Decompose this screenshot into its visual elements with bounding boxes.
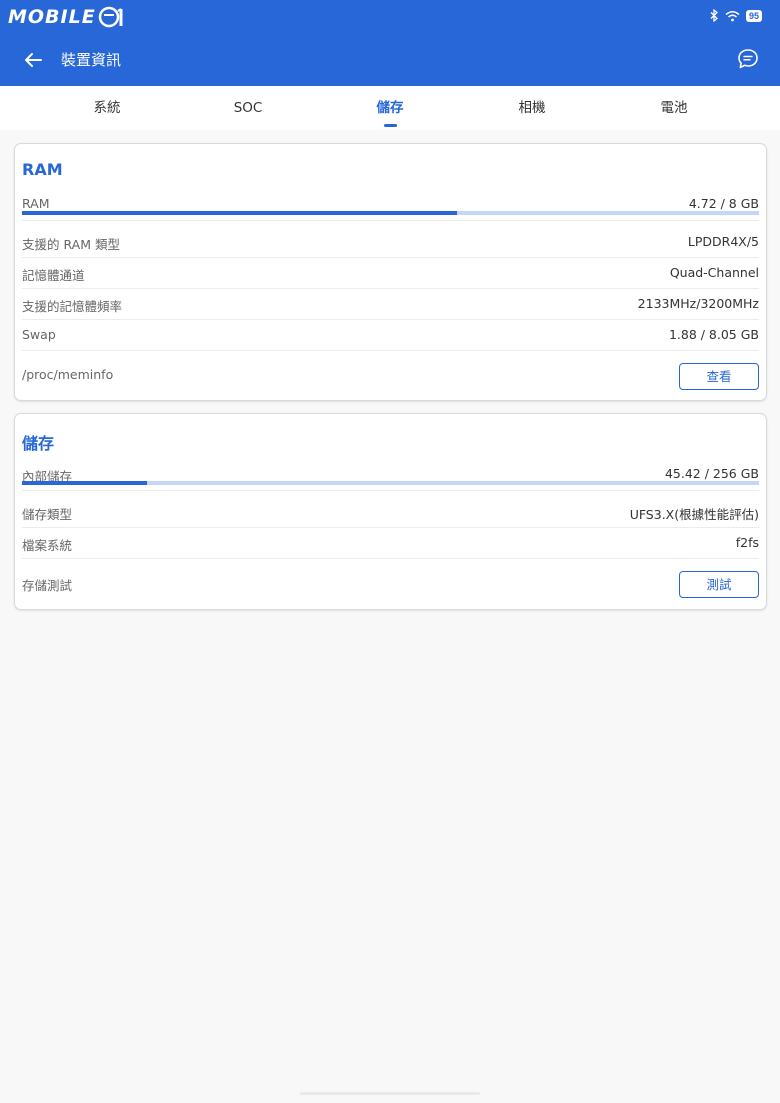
view-meminfo-button[interactable]: 查看: [679, 363, 759, 390]
storage-usage-bar: [22, 481, 759, 485]
ram-channel-row: 記憶體通道 Quad-Channel: [22, 258, 759, 289]
storage-test-label: 存儲測試: [22, 578, 73, 593]
ram-type-label: 支援的 RAM 類型: [22, 237, 120, 252]
wifi-icon: [725, 10, 740, 21]
ram-type-value: LPDDR4X/5: [687, 234, 759, 249]
ram-usage-bar: [22, 211, 759, 215]
swap-value: 1.88 / 8.05 GB: [668, 327, 759, 342]
storage-test-button[interactable]: 測試: [679, 571, 759, 598]
logo-text: MOBILE: [8, 6, 96, 28]
home-indicator: [300, 1092, 480, 1095]
filesystem-label: 檔案系統: [22, 538, 73, 553]
app-bar: 裝置資訊: [0, 34, 780, 86]
ram-type-row: 支援的 RAM 類型 LPDDR4X/5: [22, 227, 759, 258]
swap-row: Swap 1.88 / 8.05 GB: [22, 320, 759, 351]
mobile01-logo: MOBILE: [8, 6, 128, 28]
meminfo-label: /proc/meminfo: [22, 367, 114, 382]
storage-card: 儲存 內部儲存 45.42 / 256 GB 儲存類型 UFS3.X(根據性能評…: [14, 413, 767, 610]
storage-test-row: 存儲測試 測試: [22, 568, 759, 598]
ram-card: RAM RAM 4.72 / 8 GB 支援的 RAM 類型 LPDDR4X/5…: [14, 143, 767, 401]
ram-usage-bar-fill: [22, 211, 457, 215]
ram-channel-label: 記憶體通道: [22, 268, 85, 283]
chat-bubble-icon: [738, 49, 758, 69]
tab-battery[interactable]: 電池: [624, 86, 724, 130]
storage-usage-value: 45.42 / 256 GB: [664, 466, 759, 481]
storage-type-label: 儲存類型: [22, 507, 73, 522]
page-title: 裝置資訊: [61, 51, 122, 69]
ram-frequency-row: 支援的記憶體頻率 2133MHz/3200MHz: [22, 289, 759, 320]
storage-usage-row: 內部儲存 45.42 / 256 GB: [22, 460, 759, 491]
status-icons: 95: [710, 9, 762, 22]
ram-channel-value: Quad-Channel: [669, 265, 759, 280]
storage-type-row: 儲存類型 UFS3.X(根據性能評估): [22, 497, 759, 528]
filesystem-row: 檔案系統 f2fs: [22, 528, 759, 559]
tab-camera[interactable]: 相機: [482, 86, 582, 130]
feedback-button[interactable]: [736, 47, 760, 71]
ram-frequency-value: 2133MHz/3200MHz: [637, 296, 759, 311]
tab-soc[interactable]: SOC: [198, 86, 298, 130]
ram-usage-value: 4.72 / 8 GB: [688, 196, 759, 211]
tab-system[interactable]: 系統: [57, 86, 157, 130]
storage-usage-bar-fill: [22, 481, 148, 485]
tab-bar: 系統 SOC 儲存 相機 電池: [0, 86, 780, 130]
active-tab-indicator: [384, 124, 397, 127]
meminfo-row: /proc/meminfo 查看: [22, 360, 759, 390]
ram-card-title: RAM: [22, 160, 63, 179]
arrow-left-icon: [25, 53, 42, 67]
logo-01-icon: [98, 6, 123, 28]
filesystem-value: f2fs: [735, 535, 759, 550]
ram-usage-label: RAM: [22, 196, 50, 211]
ram-frequency-label: 支援的記憶體頻率: [22, 299, 123, 314]
bluetooth-icon: [710, 9, 718, 22]
storage-type-value: UFS3.X(根據性能評估): [629, 507, 759, 522]
swap-label: Swap: [22, 327, 56, 342]
battery-level: 95: [745, 9, 762, 22]
ram-usage-row: RAM 4.72 / 8 GB: [22, 190, 759, 221]
storage-card-title: 儲存: [22, 434, 55, 453]
status-bar: MOBILE 95: [0, 0, 780, 34]
back-button[interactable]: [20, 47, 46, 73]
